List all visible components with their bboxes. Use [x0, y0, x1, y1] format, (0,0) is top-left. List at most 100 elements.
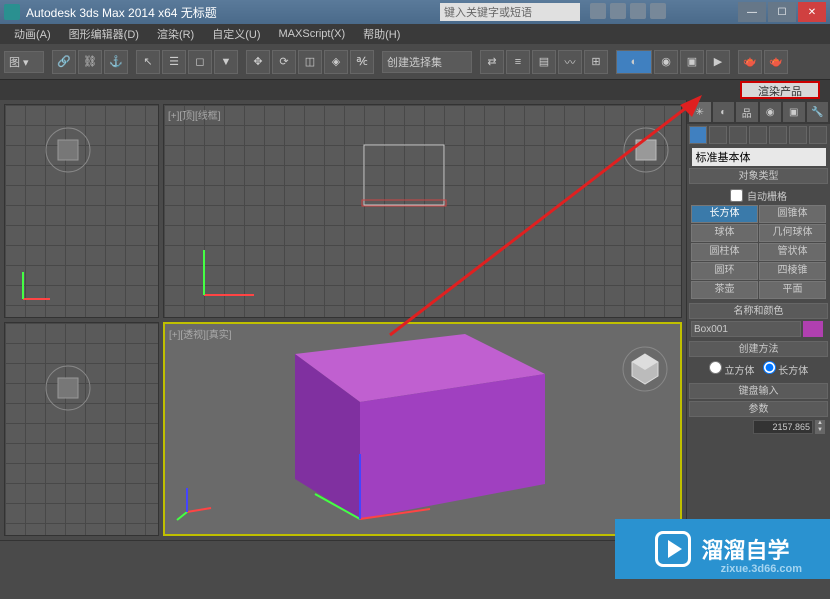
select-name-icon[interactable]: ☰	[162, 50, 186, 74]
teapot-render-icon[interactable]: 🫖	[738, 50, 762, 74]
move-icon[interactable]: ✥	[246, 50, 270, 74]
schematic-icon[interactable]: ⊞	[584, 50, 608, 74]
spin-down-icon[interactable]: ▼	[815, 427, 825, 434]
select-rect-icon[interactable]: ◻	[188, 50, 212, 74]
curve-editor-icon[interactable]: 〰	[558, 50, 582, 74]
rollout-creation-method[interactable]: 创建方法	[689, 341, 828, 357]
steering-icon[interactable]	[650, 3, 666, 19]
geo-sphere-button[interactable]: 球体	[691, 224, 758, 242]
maximize-button[interactable]: ☐	[768, 2, 796, 22]
scale-icon[interactable]: ◫	[298, 50, 322, 74]
menu-customize[interactable]: 自定义(U)	[204, 24, 268, 44]
viewport-area: [+][顶][线框] [+][透视][真实]	[0, 100, 686, 540]
tab-create[interactable]: ✳	[689, 102, 711, 122]
geo-cylinder-button[interactable]: 圆柱体	[691, 243, 758, 261]
menu-animation[interactable]: 动画(A)	[6, 24, 59, 44]
star-icon[interactable]	[630, 3, 646, 19]
align-icon[interactable]: ≡	[506, 50, 530, 74]
geo-box-button[interactable]: 长方体	[691, 205, 758, 223]
cmd-icon[interactable]	[610, 3, 626, 19]
tab-display[interactable]: ▣	[783, 102, 805, 122]
menu-graph[interactable]: 图形编辑器(D)	[61, 24, 147, 44]
bind-icon[interactable]: ⚓	[104, 50, 128, 74]
geo-cone-button[interactable]: 圆锥体	[759, 205, 826, 223]
rollout-name-color[interactable]: 名称和颜色	[689, 303, 828, 319]
radio-cube[interactable]: 立方体	[709, 361, 755, 377]
rollout-keyboard-entry[interactable]: 键盘输入	[689, 383, 828, 399]
app-icon	[4, 4, 20, 20]
viewcube-icon[interactable]	[43, 125, 93, 175]
minimize-button[interactable]: —	[738, 2, 766, 22]
geo-geosphere-button[interactable]: 几何球体	[759, 224, 826, 242]
watermark-url: zixue.3d66.com	[721, 563, 802, 575]
command-panel: ✳ ◐ 品 ◉ ▣ 🔧 标准基本体 对象类型 自动栅格 长方体 圆锥体	[686, 100, 830, 540]
geo-torus-button[interactable]: 圆环	[691, 262, 758, 280]
help-search-input[interactable]: 键入关键字或短语	[440, 3, 580, 21]
system-icons	[590, 3, 666, 19]
viewport-left[interactable]	[4, 322, 159, 536]
rotate-icon[interactable]: ⟳	[272, 50, 296, 74]
view-dropdown[interactable]: 图 ▾	[4, 51, 44, 73]
rollout-parameters[interactable]: 参数	[689, 401, 828, 417]
render-frame-icon[interactable]: ▣	[680, 50, 704, 74]
geo-pyramid-button[interactable]: 四棱锥	[759, 262, 826, 280]
layer-icon[interactable]: ▤	[532, 50, 556, 74]
viewport-front[interactable]	[4, 104, 159, 318]
menu-bar: 动画(A) 图形编辑器(D) 渲染(R) 自定义(U) MAXScript(X)…	[0, 24, 830, 44]
object-color-swatch[interactable]	[803, 321, 823, 337]
geo-tube-button[interactable]: 管状体	[759, 243, 826, 261]
primitive-type-dropdown[interactable]: 标准基本体	[692, 148, 826, 166]
geo-teapot-button[interactable]: 茶壶	[691, 281, 758, 299]
viewport-perspective[interactable]: [+][透视][真实]	[163, 322, 682, 536]
object-name-input[interactable]	[691, 321, 801, 337]
lights-icon[interactable]	[729, 126, 747, 144]
viewcube-icon[interactable]	[43, 363, 93, 413]
info-icon[interactable]	[590, 3, 606, 19]
menu-help[interactable]: 帮助(H)	[355, 24, 408, 44]
teapot-quick-icon[interactable]: 🫖	[764, 50, 788, 74]
geometry-icon[interactable]	[689, 126, 707, 144]
radio-box[interactable]: 长方体	[763, 361, 809, 377]
main-toolbar: 图 ▾ 🔗 ⛓ ⚓ ↖ ☰ ◻ ▼ ✥ ⟳ ◫ ◈ ℀ 创建选择集 ⇄ ≡ ▤ …	[0, 44, 830, 80]
menu-maxscript[interactable]: MAXScript(X)	[271, 26, 354, 42]
material-editor-icon[interactable]: ◐	[616, 50, 652, 74]
tab-modify[interactable]: ◐	[713, 102, 735, 122]
link-icon[interactable]: 🔗	[52, 50, 76, 74]
mirror-icon[interactable]: ⇄	[480, 50, 504, 74]
param-length-input[interactable]	[753, 420, 813, 434]
watermark-brand: 溜溜自学	[701, 533, 789, 565]
select-icon[interactable]: ↖	[136, 50, 160, 74]
render-product-button[interactable]: 渲染产品	[740, 81, 820, 99]
ribbon-row: 渲染产品	[0, 80, 830, 100]
watermark: 溜溜自学 zixue.3d66.com	[615, 519, 830, 579]
axis-gizmo-icon	[175, 484, 215, 524]
viewport-label: [+][透视][真实]	[169, 326, 232, 341]
geo-plane-button[interactable]: 平面	[759, 281, 826, 299]
viewport-top[interactable]: [+][顶][线框]	[163, 104, 682, 318]
spacewarps-icon[interactable]	[789, 126, 807, 144]
axis-gizmo-icon	[15, 267, 55, 307]
render-icon[interactable]: ▶	[706, 50, 730, 74]
close-button[interactable]: ✕	[798, 2, 826, 22]
shapes-icon[interactable]	[709, 126, 727, 144]
tab-motion[interactable]: ◉	[760, 102, 782, 122]
select-filter-icon[interactable]: ▼	[214, 50, 238, 74]
systems-icon[interactable]	[809, 126, 827, 144]
tab-hierarchy[interactable]: 品	[736, 102, 758, 122]
render-setup-icon[interactable]: ◉	[654, 50, 678, 74]
auto-grid-checkbox[interactable]	[730, 189, 743, 202]
helpers-icon[interactable]	[769, 126, 787, 144]
tab-utilities[interactable]: 🔧	[807, 102, 829, 122]
rollout-object-type[interactable]: 对象类型	[689, 168, 828, 184]
menu-rendering[interactable]: 渲染(R)	[149, 24, 202, 44]
play-icon	[655, 531, 691, 567]
unlink-icon[interactable]: ⛓	[78, 50, 102, 74]
auto-grid-label: 自动栅格	[747, 188, 787, 203]
cameras-icon[interactable]	[749, 126, 767, 144]
ref-coord-icon[interactable]: ◈	[324, 50, 348, 74]
box-object[interactable]	[255, 324, 575, 534]
spin-up-icon[interactable]: ▲	[815, 420, 825, 427]
selection-set-dropdown[interactable]: 创建选择集	[382, 51, 472, 73]
percent-icon[interactable]: ℀	[350, 50, 374, 74]
viewcube-icon[interactable]	[620, 344, 670, 394]
